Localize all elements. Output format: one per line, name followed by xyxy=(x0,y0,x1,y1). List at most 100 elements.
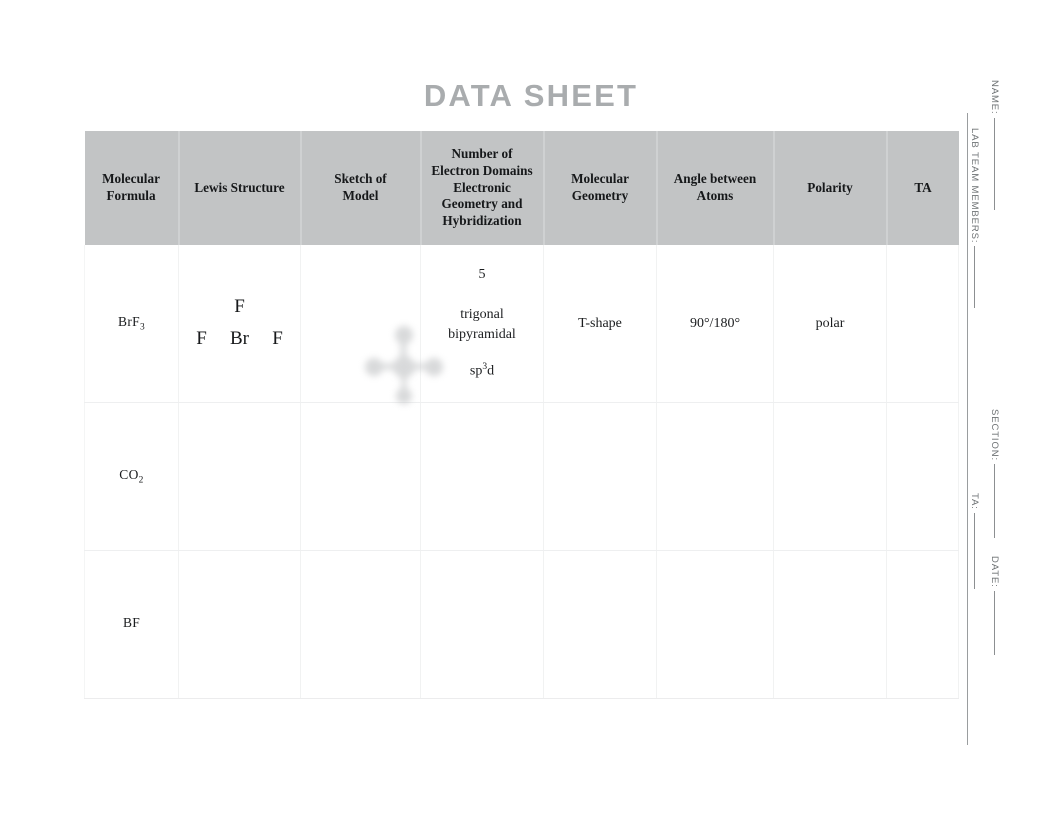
header-line: Geometry xyxy=(571,188,629,203)
header-line: Molecular xyxy=(102,171,160,187)
header-line: Geometry and xyxy=(441,196,523,212)
cell-angle-between-atoms[interactable] xyxy=(656,550,774,700)
header-line: Sketch of xyxy=(334,171,387,187)
molecular-formula-value: BF xyxy=(122,615,141,631)
header-line: Angle between xyxy=(673,171,757,187)
header-line: Number of xyxy=(451,145,513,161)
atom-right xyxy=(424,357,443,376)
column-header-molecular-geometry: Molecular Geometry xyxy=(542,131,658,245)
margin-field-section[interactable]: SECTION: xyxy=(989,409,1000,539)
header-line: Hybridization xyxy=(442,213,522,229)
lewis-atom-top: F xyxy=(234,295,245,317)
angle-between-atoms-value: 90°/180° xyxy=(689,315,741,331)
header-line: Lewis Structure xyxy=(194,179,285,195)
table-row: BF xyxy=(84,550,959,700)
cell-ta[interactable] xyxy=(886,402,959,552)
column-header-lewis-structure: Lewis Structure xyxy=(177,131,302,245)
ta-value xyxy=(919,469,927,484)
atom-center xyxy=(392,355,415,378)
cell-angle-between-atoms[interactable]: 90°/180° xyxy=(656,245,774,404)
cell-lewis-structure[interactable] xyxy=(178,550,301,700)
margin-field-lab-team-members-label: LAB TEAM MEMBERS: xyxy=(969,128,980,244)
atom-left xyxy=(364,357,383,376)
margin-field-ta-line[interactable] xyxy=(974,512,976,589)
column-header-ta: TA xyxy=(885,131,959,245)
margin-field-ta[interactable]: TA: xyxy=(969,493,980,589)
header-line: Electronic xyxy=(453,179,511,195)
electron-domain-count: 5 xyxy=(478,267,486,283)
molecular-geometry-value xyxy=(596,617,604,632)
lewis-structure-diagram: F F Br F xyxy=(185,297,295,348)
cell-molecular-geometry[interactable]: T-shape xyxy=(543,245,657,404)
cell-ta[interactable] xyxy=(886,245,959,404)
electron-domains-value xyxy=(478,617,486,632)
margin-field-name[interactable]: NAME: xyxy=(989,80,1000,210)
atom-bottom xyxy=(395,387,412,404)
header-line: Atoms xyxy=(696,188,734,203)
margin-field-lab-team-members[interactable]: LAB TEAM MEMBERS: xyxy=(969,128,980,309)
molecular-geometry-value xyxy=(596,469,604,484)
cell-polarity[interactable] xyxy=(773,550,887,700)
angle-between-atoms-value xyxy=(711,469,719,484)
header-line: Model xyxy=(342,188,379,203)
polarity-value xyxy=(826,617,834,632)
lewis-atom-right: F xyxy=(272,327,283,349)
polarity-value xyxy=(826,469,834,484)
table-row: CO2 xyxy=(84,402,959,552)
cell-electron-domains[interactable] xyxy=(420,550,544,700)
column-header-angle-between-atoms: Angle between Atoms xyxy=(655,131,775,245)
table-header-row: Molecular Formula Lewis Structure Sketch… xyxy=(84,131,959,245)
header-line: Formula xyxy=(106,188,156,203)
angle-between-atoms-value xyxy=(711,617,719,632)
margin-field-ta-label: TA: xyxy=(969,493,980,510)
electron-domains-value: 5 trigonal bipyramidal sp3d xyxy=(421,247,543,399)
cell-sketch-of-model[interactable] xyxy=(300,402,421,552)
header-line: Electron Domains xyxy=(431,162,533,178)
cell-electron-domains[interactable]: 5 trigonal bipyramidal sp3d xyxy=(420,245,544,404)
sketch-of-model-value xyxy=(357,617,365,632)
cell-electron-domains[interactable] xyxy=(420,402,544,552)
cell-molecular-formula[interactable]: BrF3 xyxy=(84,245,179,404)
header-line: Molecular xyxy=(571,171,629,187)
electronic-geometry: trigonal bipyramidal xyxy=(448,306,516,342)
cell-polarity[interactable]: polar xyxy=(773,245,887,404)
ta-value xyxy=(919,617,927,632)
cell-ta[interactable] xyxy=(886,550,959,700)
header-line: Polarity xyxy=(807,179,853,195)
column-header-polarity: Polarity xyxy=(772,131,888,245)
cell-polarity[interactable] xyxy=(773,402,887,552)
cell-lewis-structure[interactable]: F F Br F xyxy=(178,245,301,404)
cell-angle-between-atoms[interactable] xyxy=(656,402,774,552)
column-header-electron-domains: Number of Electron Domains Electronic Ge… xyxy=(419,131,545,245)
molecular-formula-value: BrF3 xyxy=(118,314,145,333)
lewis-atom-left: F xyxy=(196,327,207,349)
cell-molecular-formula[interactable]: BF xyxy=(84,550,179,700)
sketch-of-model-value xyxy=(357,469,365,484)
cell-lewis-structure[interactable] xyxy=(178,402,301,552)
margin-field-lab-team-members-line[interactable] xyxy=(974,246,976,309)
cell-molecular-geometry[interactable] xyxy=(543,402,657,552)
molecular-formula-value: CO2 xyxy=(119,467,144,486)
margin-field-date[interactable]: DATE: xyxy=(989,556,1000,655)
table-row: BrF3 F F Br F 5 trigonal bipyramidal sp3… xyxy=(84,245,959,404)
cell-molecular-geometry[interactable] xyxy=(543,550,657,700)
polarity-value: polar xyxy=(815,315,845,331)
molecular-geometry-value: T-shape xyxy=(578,315,622,331)
cell-molecular-formula[interactable]: CO2 xyxy=(84,402,179,552)
lewis-structure-value xyxy=(236,469,244,484)
margin-field-section-label: SECTION: xyxy=(989,409,1000,462)
ta-value xyxy=(919,316,927,331)
lewis-atom-row: F Br F xyxy=(185,329,295,348)
margin-field-section-line[interactable] xyxy=(994,464,996,539)
cell-sketch-of-model[interactable] xyxy=(300,550,421,700)
margin-field-date-label: DATE: xyxy=(989,556,1000,588)
data-sheet-table: Molecular Formula Lewis Structure Sketch… xyxy=(84,131,959,700)
atom-top xyxy=(394,325,413,344)
column-header-sketch-of-model: Sketch of Model xyxy=(299,131,422,245)
lewis-atom-center: Br xyxy=(230,327,249,349)
margin-field-name-line[interactable] xyxy=(994,117,996,210)
margin-vertical-rule xyxy=(967,113,968,745)
margin-field-name-label: NAME: xyxy=(989,80,1000,115)
margin-field-date-line[interactable] xyxy=(994,590,996,655)
cell-sketch-of-model[interactable] xyxy=(300,245,443,404)
